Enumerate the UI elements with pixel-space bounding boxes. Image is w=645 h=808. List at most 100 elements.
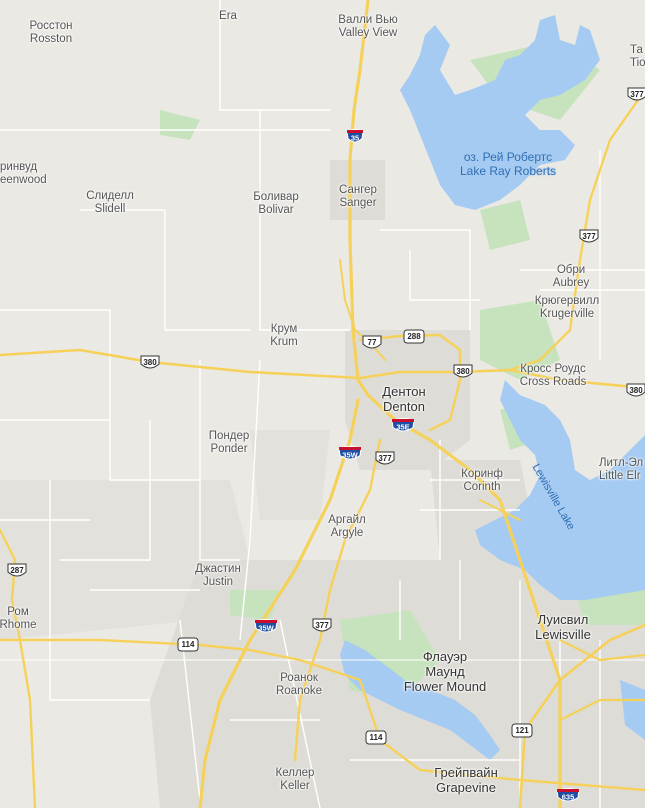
interstate-35e-shield: 35E — [391, 418, 415, 435]
us-377-shield-south: 377 — [374, 451, 396, 467]
place-ponder-en: Ponder — [210, 443, 248, 455]
place-keller: Келлер Keller — [276, 767, 315, 793]
interstate-35w-shield-south: 35W — [254, 619, 278, 636]
place-valley-view: Валли Вью Valley View — [338, 14, 397, 40]
place-justin-en: Justin — [202, 576, 234, 588]
sh-114-south-number: 114 — [369, 733, 383, 742]
place-slidell: Слиделл Slidell — [86, 190, 134, 216]
place-lewisville-en: Lewisville — [535, 627, 591, 642]
place-argyle-ru: Аргайл — [328, 514, 366, 526]
place-krum: Крум Krum — [270, 323, 297, 349]
us-377-shield-ne: 377 — [626, 87, 645, 103]
place-argyle-en: Argyle — [330, 527, 364, 539]
us-77-shield: 77 — [361, 335, 383, 351]
us-380-shield-west: 380 — [139, 355, 161, 371]
place-little-elm-en: Little Elr — [599, 470, 641, 482]
lake-ray-roberts — [400, 15, 600, 210]
place-denton-en: Denton — [383, 399, 425, 414]
us-77-number: 77 — [367, 338, 377, 347]
place-flower-mound: Флауэр Маунд Flower Mound — [404, 649, 486, 694]
interstate-635-shield: 635 — [556, 788, 580, 805]
place-rosston-en: Rosston — [29, 33, 73, 45]
place-greenwood-en: eenwood — [0, 174, 47, 186]
us-377-sw-number: 377 — [315, 621, 329, 630]
us-377-ne-number: 377 — [630, 90, 644, 99]
sh-288-shield: 288 — [403, 329, 425, 345]
sh-114-shield-south: 114 — [365, 730, 387, 746]
place-cross-roads-ru: Кросс Роудс — [520, 363, 586, 375]
place-little-elm: Литл-Эл Little Elr — [599, 457, 643, 483]
place-sanger-ru: Сангер — [339, 184, 377, 196]
place-ponder: Пондер Ponder — [209, 430, 250, 456]
place-keller-en: Keller — [280, 780, 310, 792]
place-era-label: Era — [219, 10, 237, 22]
interstate-35-number: 35 — [350, 133, 360, 143]
place-tioga-en: Tio — [630, 57, 645, 69]
place-rhome: Ром Rhome — [0, 606, 37, 632]
sh-287-number: 287 — [10, 566, 24, 575]
place-roanoke: Роанок Roanoke — [276, 672, 322, 698]
sh-114-shield-west: 114 — [177, 637, 199, 653]
place-sanger: Сангер Sanger — [339, 184, 377, 210]
place-rosston-ru: Росстон — [29, 20, 73, 32]
place-roanoke-en: Roanoke — [275, 685, 323, 697]
us-380-shield-edge: 380 — [625, 383, 645, 399]
place-flower-mound-ru2: Маунд — [425, 664, 465, 679]
place-lewisville: Луисвил Lewisville — [535, 612, 591, 642]
place-greenwood: ринвуд eenwood — [0, 161, 47, 187]
place-keller-ru: Келлер — [275, 767, 315, 779]
place-era: Era — [219, 10, 237, 23]
place-justin-ru: Джастин — [195, 563, 241, 575]
place-slidell-en: Slidell — [94, 203, 126, 215]
interstate-35w-north-number: 35W — [342, 450, 358, 460]
place-ponder-ru: Пондер — [208, 430, 250, 442]
interstate-35-shield: 35 — [346, 129, 364, 146]
place-valley-view-ru: Валли Вью — [338, 14, 398, 26]
place-denton-ru: Дентон — [382, 384, 426, 399]
us-377-shield-sw: 377 — [311, 618, 333, 634]
place-greenwood-ru: ринвуд — [0, 161, 38, 173]
lake-ray-roberts-ru: оз. Рей Робертс — [463, 150, 553, 164]
place-corinth-en: Corinth — [463, 481, 501, 493]
interstate-635-number: 635 — [561, 792, 575, 802]
place-aubrey: Обри Aubrey — [553, 264, 589, 290]
place-tioga: Та Tio — [630, 44, 645, 70]
place-lewisville-ru: Луисвил — [537, 612, 589, 627]
lake-ray-roberts-label: оз. Рей Робертс Lake Ray Roberts — [460, 150, 556, 178]
place-justin: Джастин Justin — [195, 563, 241, 589]
place-rhome-ru: Ром — [7, 606, 29, 618]
us-380-edge-number: 380 — [629, 386, 643, 395]
place-argyle: Аргайл Argyle — [328, 514, 366, 540]
place-bolivar: Боливар Bolivar — [253, 191, 299, 217]
place-flower-mound-en: Flower Mound — [403, 679, 487, 694]
interstate-35w-south-number: 35W — [258, 623, 274, 633]
us-377-mid-number: 377 — [582, 232, 596, 241]
place-tioga-ru: Та — [630, 44, 643, 56]
place-cross-roads: Кросс Роудс Cross Roads — [520, 363, 586, 389]
place-denton: Дентон Denton — [382, 384, 425, 414]
place-slidell-ru: Слиделл — [86, 190, 134, 202]
place-rhome-en: Rhome — [0, 619, 37, 631]
us-377-south-number: 377 — [378, 454, 392, 463]
us-380-east-number: 380 — [456, 367, 470, 376]
us-377-shield-mid: 377 — [578, 229, 600, 245]
place-flower-mound-ru1: Флауэр — [422, 649, 468, 664]
place-krum-en: Krum — [270, 336, 298, 348]
place-corinth: Коринф Corinth — [461, 468, 503, 494]
lake-ray-roberts-en: Lake Ray Roberts — [459, 164, 557, 178]
place-grapevine-ru: Грейпвайн — [434, 765, 498, 780]
place-corinth-ru: Коринф — [461, 468, 503, 480]
interstate-35w-shield-north: 35W — [338, 446, 362, 463]
map-canvas — [0, 0, 645, 808]
place-little-elm-ru: Литл-Эл — [599, 457, 644, 469]
place-cross-roads-en: Cross Roads — [519, 376, 587, 388]
place-grapevine: Грейпвайн Grapevine — [434, 765, 498, 795]
sh-288-number: 288 — [407, 332, 421, 341]
us-380-west-number: 380 — [143, 358, 157, 367]
sh-121-shield: 121 — [511, 723, 533, 739]
us-380-shield-east: 380 — [452, 364, 474, 380]
place-rosston: Росстон Rosston — [30, 20, 73, 46]
place-bolivar-en: Bolivar — [258, 204, 294, 216]
place-aubrey-en: Aubrey — [552, 277, 590, 289]
map-view[interactable]: Росстон Rosston Era Валли Вью Valley Vie… — [0, 0, 645, 808]
